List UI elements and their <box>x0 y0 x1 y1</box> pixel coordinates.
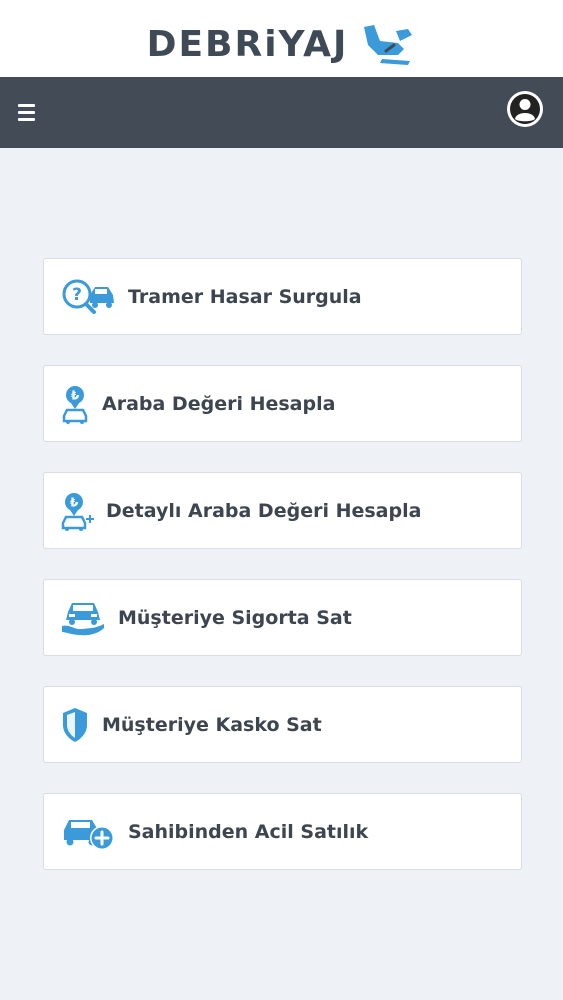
user-account-icon[interactable] <box>506 90 544 128</box>
menu-item-car-value[interactable]: ₺ Araba Değeri Hesapla <box>43 365 522 442</box>
menu-list: ? Tramer Hasar Surgula ₺ Araba Değeri He… <box>43 258 522 900</box>
car-value-lira-icon: ₺ <box>60 384 90 424</box>
logo-text: DEBRiYAJ <box>146 24 349 65</box>
menu-item-detailed-car-value[interactable]: ₺ Detaylı Araba Değeri Hesapla <box>43 472 522 549</box>
menu-item-sell-insurance[interactable]: Müşteriye Sigorta Sat <box>43 579 522 656</box>
car-insurance-hand-icon <box>60 598 106 638</box>
svg-text:₺: ₺ <box>70 495 79 509</box>
svg-text:?: ? <box>72 285 82 305</box>
top-navbar <box>0 77 563 148</box>
menu-item-label: Sahibinden Acil Satılık <box>128 820 369 843</box>
hamburger-menu-icon[interactable] <box>18 100 42 124</box>
menu-item-label: Tramer Hasar Surgula <box>128 285 362 308</box>
menu-item-label: Araba Değeri Hesapla <box>102 392 336 415</box>
car-value-detailed-icon: ₺ <box>60 491 94 531</box>
logo-bar: DEBRiYAJ <box>0 0 563 77</box>
menu-item-label: Müşteriye Kasko Sat <box>102 713 322 736</box>
menu-item-urgent-sale[interactable]: Sahibinden Acil Satılık <box>43 793 522 870</box>
shield-icon <box>60 705 90 745</box>
menu-item-label: Müşteriye Sigorta Sat <box>118 606 352 629</box>
menu-item-label: Detaylı Araba Değeri Hesapla <box>106 499 422 522</box>
brand-logo[interactable]: DEBRiYAJ <box>147 21 417 69</box>
menu-item-sell-kasko[interactable]: Müşteriye Kasko Sat <box>43 686 522 763</box>
svg-text:₺: ₺ <box>71 388 80 402</box>
car-add-icon <box>60 812 116 852</box>
car-damage-search-icon: ? <box>60 277 116 317</box>
menu-item-tramer[interactable]: ? Tramer Hasar Surgula <box>43 258 522 335</box>
seat-logo-icon <box>364 24 413 65</box>
